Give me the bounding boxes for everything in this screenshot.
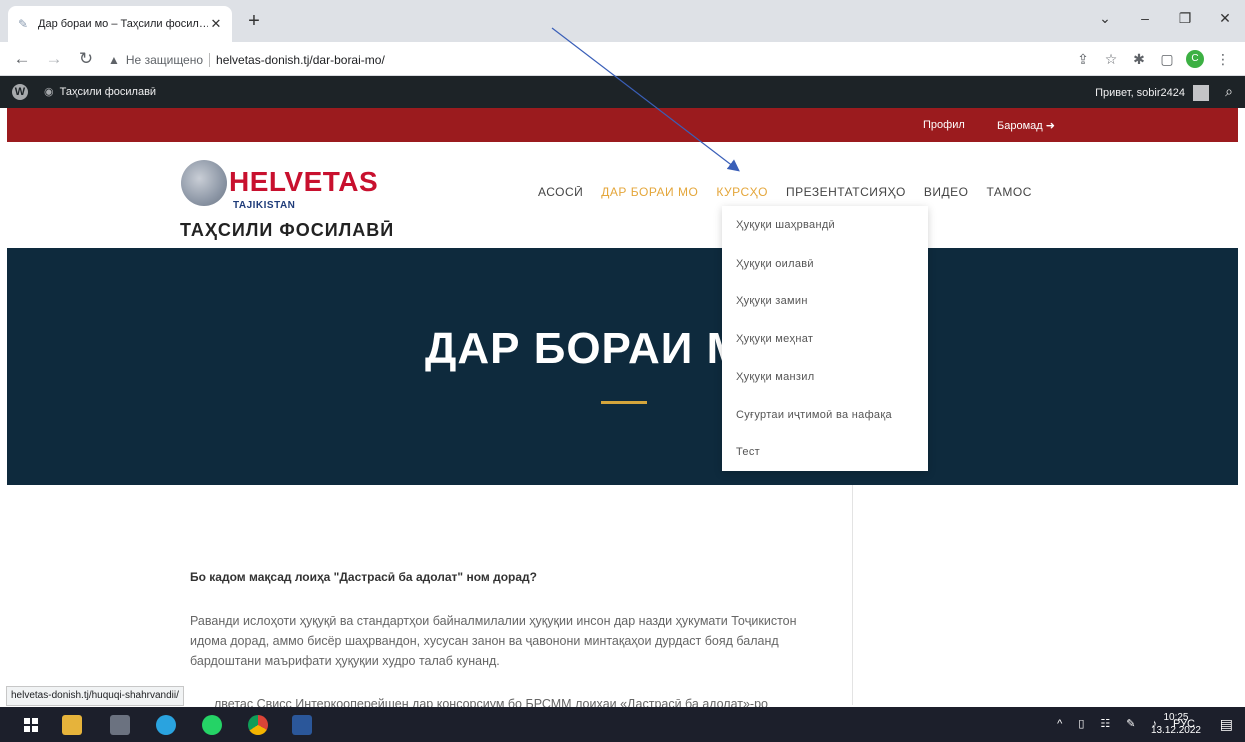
content-divider xyxy=(852,485,853,705)
system-clock[interactable]: 10:25 13.12.2022 xyxy=(1151,711,1201,737)
network-icon[interactable]: ☷ xyxy=(1100,717,1110,730)
extensions-icon[interactable]: ✱ xyxy=(1125,50,1153,68)
profile-avatar[interactable]: C xyxy=(1186,50,1204,68)
minimize-button[interactable]: – xyxy=(1125,6,1165,30)
telegram-icon[interactable] xyxy=(156,715,176,735)
site-header: HELVETAS TAJIKISTAN ТАҲСИЛИ ФОСИЛАВӢ АСО… xyxy=(7,142,1238,248)
courses-dropdown: Ҳуқуқи шаҳрвандӣ Ҳуқуқи оилавӣ Ҳуқуқи за… xyxy=(722,206,928,471)
main-nav: АСОСӢ ДАР БОРАИ МО КУРСҲО ПРЕЗЕНТАТСИЯҲО… xyxy=(538,185,1050,199)
calculator-icon[interactable] xyxy=(110,715,130,735)
dropdown-item-housing-law[interactable]: Ҳуқуқи манзил xyxy=(736,371,814,383)
menu-kebab-icon[interactable]: ⋮ xyxy=(1209,50,1237,68)
wordpress-logo-icon[interactable]: W xyxy=(12,84,28,100)
url-text[interactable]: helvetas-donish.tj/dar-borai-mo/ xyxy=(216,53,385,67)
reload-icon[interactable]: ↻ xyxy=(76,49,96,69)
dropdown-item-civil-law[interactable]: Ҳуқуқи шаҳрвандӣ xyxy=(736,219,835,231)
logout-label: Баромад xyxy=(997,120,1043,132)
tray-chevron-icon[interactable]: ^ xyxy=(1057,718,1062,730)
tab-search-icon[interactable]: ⌄ xyxy=(1085,6,1125,30)
close-window-button[interactable]: ✕ xyxy=(1205,6,1245,30)
nav-item-video[interactable]: ВИДЕО xyxy=(924,185,969,199)
windows-taskbar: ^ ▯ ☷ ✎ ♪ РУС 10:25 13.12.2022 ▤ xyxy=(0,707,1245,742)
hero-underline xyxy=(601,401,647,404)
search-icon[interactable]: ⌕ xyxy=(1225,83,1233,100)
nav-item-home[interactable]: АСОСӢ xyxy=(538,185,583,199)
wp-greeting: Привет, sobir2424 xyxy=(1095,87,1185,99)
dropdown-item-labor-law[interactable]: Ҳуқуқи меҳнат xyxy=(736,333,813,345)
avatar xyxy=(1193,85,1209,101)
start-button[interactable] xyxy=(24,718,38,732)
notification-icon[interactable]: ▤ xyxy=(1220,716,1233,733)
user-top-bar: Профил Баромад ➜ xyxy=(7,108,1238,142)
chrome-icon[interactable] xyxy=(248,715,268,735)
side-panel-icon[interactable]: ▢ xyxy=(1153,50,1181,68)
nav-item-contact[interactable]: ТАМОС xyxy=(986,185,1031,199)
dropdown-item-test[interactable]: Тест xyxy=(736,446,760,458)
dropdown-item-family-law[interactable]: Ҳуқуқи оилавӣ xyxy=(736,258,814,270)
bookmark-star-icon[interactable]: ☆ xyxy=(1097,50,1125,68)
favicon-icon: ✎ xyxy=(17,17,29,31)
browser-toolbar-icons: ⇪ ☆ ✱ ▢ C ⋮ xyxy=(1069,50,1237,68)
address-bar: ← → ↻ ▲ Не защищено helvetas-donish.tj/d… xyxy=(0,42,1245,76)
word-icon[interactable] xyxy=(292,715,312,735)
tab-title: Дар бораи мо – Таҳсили фосил… xyxy=(38,18,208,30)
nav-item-courses[interactable]: КУРСҲО xyxy=(716,185,768,199)
battery-icon[interactable]: ▯ xyxy=(1078,717,1084,730)
site-title[interactable]: ТАҲСИЛИ ФОСИЛАВӢ xyxy=(180,220,394,241)
wp-admin-bar: W ◉ Таҳсили фосилавӣ Привет, sobir2424 ⌕ xyxy=(0,76,1245,108)
logo-main[interactable]: HELVETAS xyxy=(229,168,378,196)
browser-tab-bar: ✎ Дар бораи мо – Таҳсили фосил… ✕ + ⌄ – … xyxy=(0,0,1245,42)
restore-button[interactable]: ❐ xyxy=(1165,6,1205,30)
hero-banner: ДАР БОРАИ МО xyxy=(7,248,1238,485)
nav-item-presentations[interactable]: ПРЕЗЕНТАТСИЯҲО xyxy=(786,185,906,199)
dashboard-icon: ◉ xyxy=(44,86,54,98)
wp-site-name: Таҳсили фосилавӣ xyxy=(59,85,157,98)
clock-time: 10:25 xyxy=(1163,712,1189,723)
dropdown-item-social-insurance[interactable]: Суғуртаи иҷтимоӣ ва нафақа xyxy=(736,409,892,421)
warning-icon[interactable]: ▲ xyxy=(108,53,120,67)
status-bar-url: helvetas-donish.tj/huquqi-shahrvandii/ xyxy=(6,686,184,706)
pen-icon[interactable]: ✎ xyxy=(1126,717,1135,730)
new-tab-button[interactable]: + xyxy=(244,11,264,31)
logout-icon: ➜ xyxy=(1045,120,1055,132)
tab-close-icon[interactable]: ✕ xyxy=(208,16,224,32)
whatsapp-icon[interactable] xyxy=(202,715,222,735)
nav-item-about[interactable]: ДАР БОРАИ МО xyxy=(601,185,698,199)
window-controls: ⌄ – ❐ ✕ xyxy=(1085,6,1245,30)
clock-date: 13.12.2022 xyxy=(1150,725,1201,736)
dropdown-item-land-law[interactable]: Ҳуқуқи замин xyxy=(736,295,808,307)
section-question: Бо кадом мақсад лоиҳа "Дастрасӣ ба адола… xyxy=(190,570,537,584)
security-label[interactable]: Не защищено xyxy=(126,53,203,67)
wp-site-link[interactable]: ◉ Таҳсили фосилавӣ xyxy=(44,85,157,99)
file-explorer-icon[interactable] xyxy=(62,715,82,735)
profile-link[interactable]: Профил xyxy=(923,119,965,131)
back-icon[interactable]: ← xyxy=(12,49,32,69)
intro-paragraph: Раванди ислоҳоти ҳуқуқӣ ва стандартҳои б… xyxy=(190,614,797,668)
browser-tab[interactable]: ✎ Дар бораи мо – Таҳсили фосил… ✕ xyxy=(8,6,232,42)
logout-link[interactable]: Баромад ➜ xyxy=(997,119,1055,132)
share-icon[interactable]: ⇪ xyxy=(1069,50,1097,68)
logo-sub: TAJIKISTAN xyxy=(233,200,296,211)
forward-icon[interactable]: → xyxy=(44,49,64,69)
omnibox-separator xyxy=(209,52,211,67)
wp-user-menu[interactable]: Привет, sobir2424 xyxy=(1095,85,1209,101)
omnibox[interactable]: ▲ Не защищено helvetas-donish.tj/dar-bor… xyxy=(108,48,1058,71)
globe-logo-icon[interactable] xyxy=(181,160,227,206)
